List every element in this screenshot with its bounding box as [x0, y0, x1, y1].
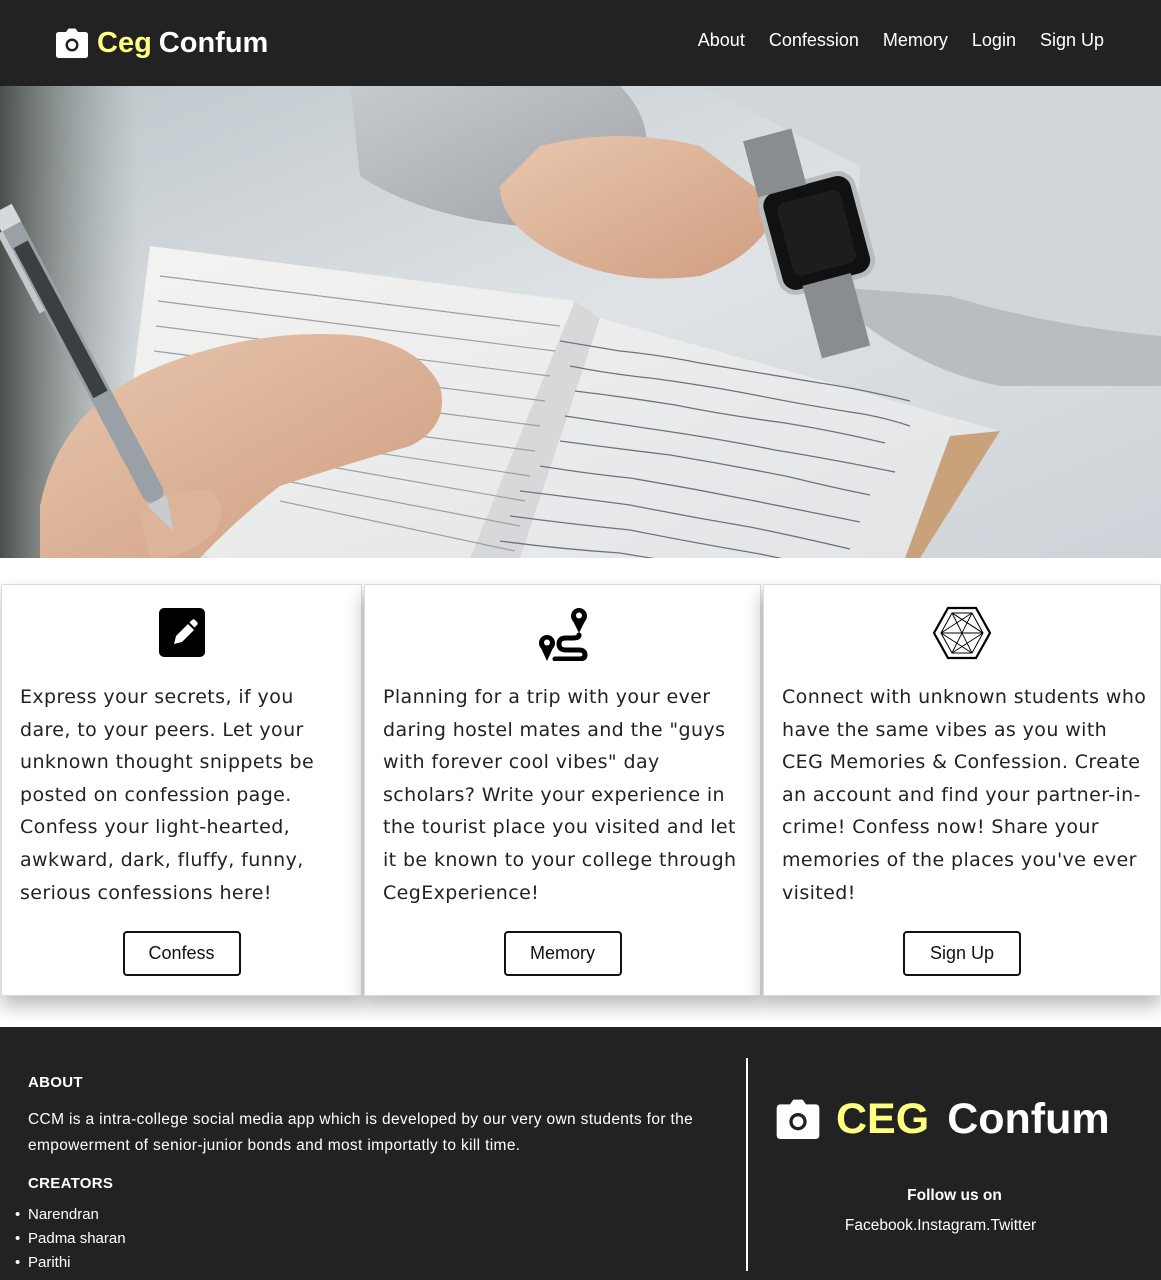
nav-links: About Confession Memory Login Sign Up: [674, 30, 1104, 51]
network-icon: [932, 606, 992, 660]
footer: ABOUT CCM is a intra-college social medi…: [0, 1027, 1161, 1280]
footer-brand-confum: Confum: [947, 1094, 1110, 1143]
footer-brand-logo: CEG Confum: [776, 1093, 1110, 1145]
creator-item: Parithi: [15, 1251, 126, 1275]
footer-brand-ceg: CEG: [836, 1094, 930, 1143]
social-links: Facebook.Instagram.Twitter: [748, 1217, 1133, 1235]
camera-icon: [56, 28, 88, 58]
nav-login[interactable]: Login: [972, 30, 1016, 51]
instagram-link[interactable]: Instagram: [917, 1217, 986, 1234]
camera-icon: [776, 1099, 820, 1139]
confession-card: Express your secrets, if you dare, to yo…: [1, 584, 362, 996]
signup-card-text: Connect with unknown students who have t…: [782, 686, 1147, 904]
signup-card: Connect with unknown students who have t…: [763, 584, 1161, 996]
footer-divider: [746, 1058, 748, 1271]
feature-cards: Express your secrets, if you dare, to yo…: [0, 584, 1161, 996]
brand-name-confum: Confum: [158, 26, 269, 59]
follow-heading: Follow us on: [907, 1187, 1002, 1204]
brand-name-ceg: Ceg: [97, 26, 152, 59]
confession-card-text: Express your secrets, if you dare, to yo…: [20, 686, 315, 904]
navbar: Ceg Confum About Confession Memory Login…: [0, 0, 1161, 86]
facebook-link[interactable]: Facebook: [845, 1217, 913, 1234]
footer-creators-heading: CREATORS: [28, 1175, 114, 1192]
nav-signup[interactable]: Sign Up: [1040, 30, 1104, 51]
memory-button[interactable]: Memory: [503, 931, 622, 976]
nav-confession[interactable]: Confession: [769, 30, 859, 51]
route-icon: [538, 608, 588, 661]
memory-card-text: Planning for a trip with your ever darin…: [383, 686, 737, 904]
nav-about[interactable]: About: [698, 30, 745, 51]
confess-button[interactable]: Confess: [122, 931, 241, 976]
creator-item: Narendran: [15, 1203, 126, 1227]
twitter-link[interactable]: Twitter: [990, 1217, 1036, 1234]
edit-icon: [158, 608, 205, 657]
brand-logo[interactable]: Ceg Confum: [56, 24, 268, 62]
nav-memory[interactable]: Memory: [883, 30, 948, 51]
creator-item: Padma sharan: [15, 1227, 126, 1251]
footer-about-heading: ABOUT: [28, 1074, 83, 1091]
hero-image: [0, 86, 1161, 558]
signup-button[interactable]: Sign Up: [903, 931, 1021, 976]
creators-list: Narendran Padma sharan Parithi: [15, 1203, 126, 1275]
footer-about-text: CCM is a intra-college social media app …: [28, 1111, 694, 1154]
memory-card: Planning for a trip with your ever darin…: [364, 584, 761, 996]
